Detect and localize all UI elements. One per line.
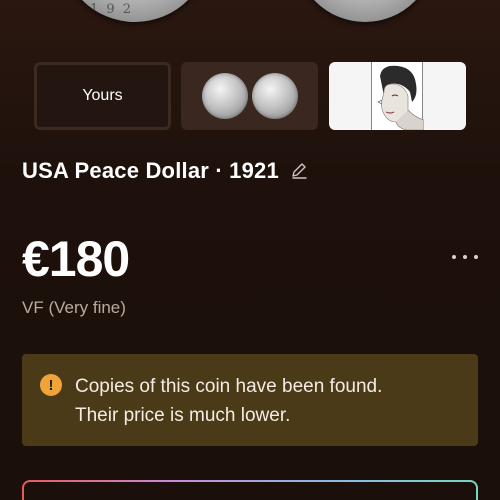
mini-coin-obverse-image: [201, 73, 248, 119]
gradient-action-card-inner: [24, 482, 476, 500]
thumbnail-yours[interactable]: Yours: [34, 62, 171, 130]
warning-line-2: Their price is much lower.: [75, 405, 291, 426]
thumbnail-portrait[interactable]: [329, 62, 466, 130]
gradient-action-card[interactable]: [22, 480, 478, 500]
coin-engraving-text: 1 9 2: [90, 2, 134, 17]
coin-title: USA Peace Dollar · 1921: [22, 158, 279, 183]
duplicate-warning-banner[interactable]: ! Copies of this coin have been found. T…: [22, 354, 478, 446]
warning-line-1: Copies of this coin have been found.: [75, 376, 383, 397]
exclamation-circle-icon: !: [40, 374, 62, 396]
more-horizontal-icon[interactable]: [452, 250, 478, 264]
portrait-drawing: [377, 65, 425, 130]
pencil-icon[interactable]: [289, 161, 309, 181]
warning-message: Copies of this coin have been found. The…: [75, 372, 382, 446]
thumbnail-strip: Yours: [34, 62, 466, 130]
coin-title-row: USA Peace Dollar · 1921: [22, 158, 309, 184]
portrait-image: [371, 62, 425, 130]
mini-coin-reverse-image: [251, 73, 298, 119]
more-dot: [463, 255, 467, 259]
thumbnail-yours-label: Yours: [82, 87, 123, 104]
coin-detail-screen: 1 9 2 Yours USA Peace Dollar · 1921 €180…: [0, 0, 500, 500]
more-dot: [452, 255, 456, 259]
coin-price: €180: [22, 231, 130, 287]
coin-grade: VF (Very fine): [22, 298, 126, 317]
coin-photo-reverse[interactable]: [295, 0, 435, 22]
thumbnail-coin-pair[interactable]: [181, 62, 318, 130]
coin-photo-obverse[interactable]: 1 9 2: [60, 0, 210, 22]
more-dot: [474, 255, 478, 259]
